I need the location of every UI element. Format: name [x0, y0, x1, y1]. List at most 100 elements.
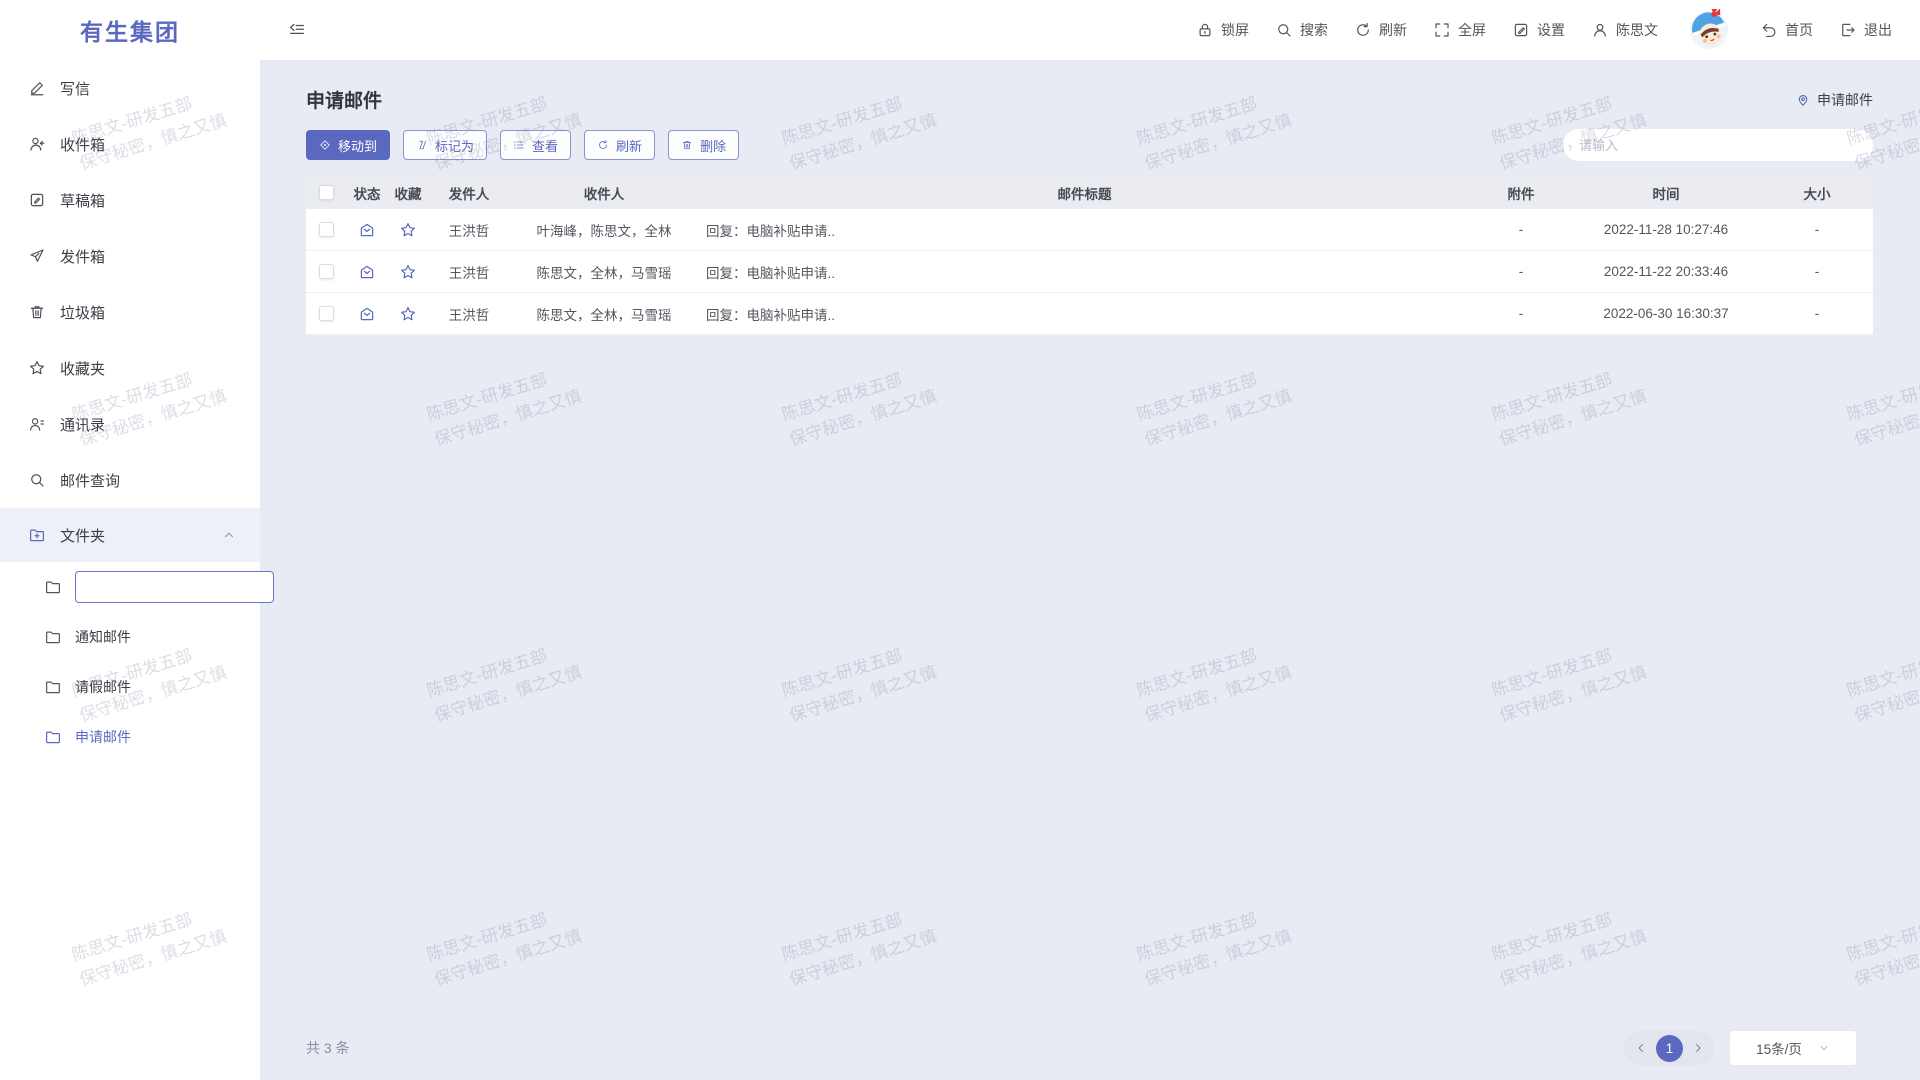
topbar-actions: 锁屏 搜索 刷新 全屏 设置: [1196, 9, 1892, 51]
row-checkbox[interactable]: [319, 222, 334, 237]
folder-label: 通知邮件: [75, 627, 131, 647]
next-page-button[interactable]: [1692, 1042, 1704, 1054]
row-checkbox[interactable]: [319, 264, 334, 279]
column-header-sender: 发件人: [428, 183, 510, 203]
page-size-value: 15条/页: [1756, 1038, 1802, 1058]
refresh-button[interactable]: 刷新: [1354, 20, 1407, 40]
table-row[interactable]: 王洪哲 陈思文，全林，马雪瑶 回复：电脑补贴申请.. - 2022-11-22 …: [306, 251, 1873, 293]
home-button[interactable]: 首页: [1760, 20, 1813, 40]
sidebar-item-label: 收件箱: [60, 134, 105, 155]
view-label: 查看: [532, 136, 558, 155]
delete-label: 删除: [700, 136, 726, 155]
sidebar-item-compose[interactable]: 写信: [0, 60, 260, 116]
sidebar: 有生集团 写信 收件箱 草稿箱 发件箱 垃圾箱 收藏夹 通讯录: [0, 0, 260, 1080]
cell-recipients: 陈思文，全林，马雪瑶: [510, 262, 698, 282]
sidebar-item-label: 通讯录: [60, 414, 105, 435]
select-all-checkbox[interactable]: [319, 185, 334, 200]
page-number-button[interactable]: 1: [1656, 1035, 1683, 1062]
filter-search-input[interactable]: [1563, 129, 1873, 161]
move-to-button[interactable]: 移动到: [306, 130, 390, 160]
row-checkbox[interactable]: [319, 306, 334, 321]
cell-subject: 回复：电脑补贴申请..: [698, 304, 1471, 324]
fullscreen-icon: [1433, 21, 1451, 39]
tag-icon: [416, 139, 428, 151]
delete-button[interactable]: 删除: [668, 130, 739, 160]
contacts-icon: [28, 415, 46, 433]
search-icon: [1275, 21, 1293, 39]
cell-recipients: 叶海峰，陈思文，全林: [510, 220, 698, 240]
mail-read-icon[interactable]: [358, 221, 376, 239]
sidebar-item-label: 收藏夹: [60, 358, 105, 379]
folder-icon: [44, 628, 62, 646]
draft-icon: [28, 191, 46, 209]
inbox-receive-icon: [28, 135, 46, 153]
column-header-subject: 邮件标题: [698, 183, 1471, 203]
mail-read-icon[interactable]: [358, 305, 376, 323]
search-button[interactable]: 搜索: [1275, 20, 1328, 40]
sidebar-folder-leave-mail[interactable]: 请假邮件: [0, 662, 260, 712]
cell-recipients: 陈思文，全林，马雪瑶: [510, 304, 698, 324]
cell-size: -: [1761, 306, 1873, 321]
chevron-up-icon: [222, 528, 236, 542]
cell-time: 2022-11-22 20:33:46: [1571, 264, 1761, 279]
table-row[interactable]: 王洪哲 叶海峰，陈思文，全林 回复：电脑补贴申请.. - 2022-11-28 …: [306, 209, 1873, 251]
sidebar-collapse-button[interactable]: [288, 21, 306, 39]
sidebar-item-drafts[interactable]: 草稿箱: [0, 172, 260, 228]
search-label: 搜索: [1300, 20, 1328, 40]
user-avatar[interactable]: [1688, 9, 1730, 51]
lock-icon: [1196, 21, 1214, 39]
cell-sender: 王洪哲: [428, 262, 510, 282]
menu-fold-icon: [288, 21, 306, 39]
trash-icon: [28, 303, 46, 321]
sidebar-item-label: 写信: [60, 78, 90, 99]
cell-size: -: [1761, 222, 1873, 237]
prev-page-button[interactable]: [1635, 1042, 1647, 1054]
fullscreen-button[interactable]: 全屏: [1433, 20, 1486, 40]
page-title: 申请邮件: [306, 86, 382, 113]
mark-as-label: 标记为: [435, 136, 474, 155]
favorite-star-icon[interactable]: [399, 305, 417, 323]
column-header-recipients: 收件人: [510, 183, 698, 203]
logout-button[interactable]: 退出: [1839, 20, 1892, 40]
main-content: 申请邮件 申请邮件 移动到 标记为 查看: [260, 60, 1920, 1080]
current-user-name: 陈思文: [1616, 20, 1658, 40]
refresh-list-button[interactable]: 刷新: [584, 130, 655, 160]
cell-sender: 王洪哲: [428, 220, 510, 240]
sidebar-item-contacts[interactable]: 通讯录: [0, 396, 260, 452]
sidebar-folder-application-mail[interactable]: 申请邮件: [0, 712, 260, 762]
folder-label: 申请邮件: [75, 727, 131, 747]
sidebar-item-label: 发件箱: [60, 246, 105, 267]
breadcrumb-label: 申请邮件: [1817, 90, 1873, 110]
fullscreen-label: 全屏: [1458, 20, 1486, 40]
favorite-star-icon[interactable]: [399, 221, 417, 239]
mark-as-button[interactable]: 标记为: [403, 130, 487, 160]
column-header-favorite: 收藏: [388, 183, 428, 203]
sidebar-item-inbox[interactable]: 收件箱: [0, 116, 260, 172]
sidebar-section-folders[interactable]: 文件夹: [0, 508, 260, 562]
view-button[interactable]: 查看: [500, 130, 571, 160]
avatar-image: [1688, 9, 1730, 51]
current-user-button[interactable]: 陈思文: [1591, 20, 1658, 40]
sidebar-item-mail-search[interactable]: 邮件查询: [0, 452, 260, 508]
sidebar-folder-notice-mail[interactable]: 通知邮件: [0, 612, 260, 662]
home-label: 首页: [1785, 20, 1813, 40]
table-row[interactable]: 王洪哲 陈思文，全林，马雪瑶 回复：电脑补贴申请.. - 2022-06-30 …: [306, 293, 1873, 335]
sidebar-item-trash[interactable]: 垃圾箱: [0, 284, 260, 340]
folder-label: 请假邮件: [75, 677, 131, 697]
settings-button[interactable]: 设置: [1512, 20, 1565, 40]
settings-label: 设置: [1537, 20, 1565, 40]
column-header-size: 大小: [1761, 183, 1873, 203]
lock-screen-button[interactable]: 锁屏: [1196, 20, 1249, 40]
company-logo: 有生集团: [0, 0, 260, 60]
page-size-select[interactable]: 15条/页: [1729, 1030, 1857, 1066]
cell-subject: 回复：电脑补贴申请..: [698, 220, 1471, 240]
new-folder-name-input[interactable]: [75, 571, 274, 603]
logout-label: 退出: [1864, 20, 1892, 40]
sidebar-item-favorites[interactable]: 收藏夹: [0, 340, 260, 396]
sidebar-item-sent[interactable]: 发件箱: [0, 228, 260, 284]
mail-read-icon[interactable]: [358, 263, 376, 281]
cell-attachment: -: [1471, 222, 1571, 237]
cell-size: -: [1761, 264, 1873, 279]
favorite-star-icon[interactable]: [399, 263, 417, 281]
folder-icon: [44, 678, 62, 696]
